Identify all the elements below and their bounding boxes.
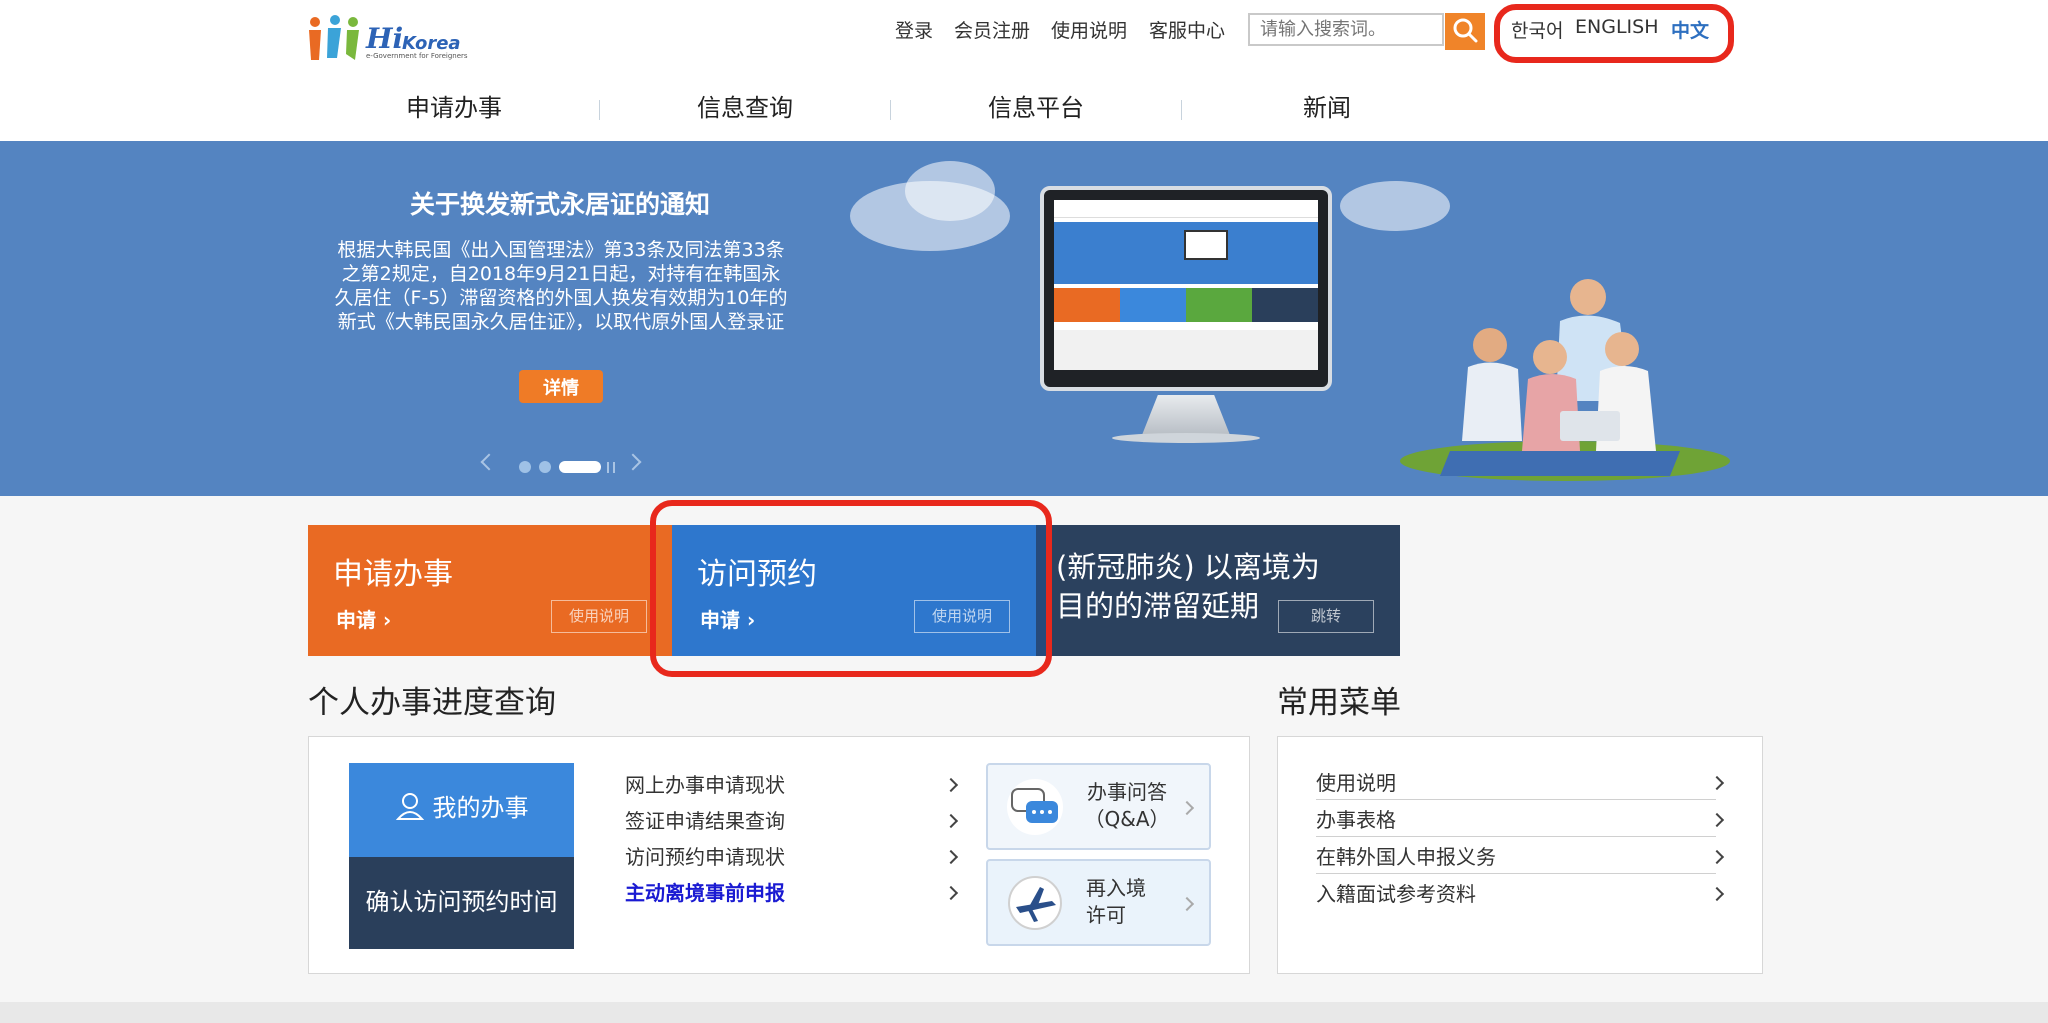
banner-pause-icon[interactable] [607,462,615,473]
nav-news[interactable]: 新闻 [1303,88,1351,123]
menu-divider [1316,836,1716,837]
menu-item-guide[interactable]: 使用说明 [1316,767,1396,796]
main-nav: 申请办事 信息查询 信息平台 新闻 [0,88,2048,128]
covid-extension-tile[interactable]: (新冠肺炎) 以离境为 目的的滞留延期 跳转 [1036,525,1400,656]
airplane-globe-icon [1008,876,1062,930]
register-link[interactable]: 会员注册 [954,16,1030,43]
covid-tile-go-button[interactable]: 跳转 [1278,600,1374,633]
chat-bubbles-icon [1007,779,1063,835]
qa-label: 办事问答 （Q&A） [1082,779,1172,833]
language-highlight-box [1494,4,1734,63]
banner-title: 关于换发新式永居证的通知 [409,190,710,219]
common-menu-panel: 使用说明 办事表格 在韩外国人申报义务 入籍面试参考资料 [1277,736,1763,974]
logo-tagline: e-Government for Foreigners [366,52,468,60]
chevron-right-icon [1709,812,1725,828]
chevron-right-icon [1179,896,1195,912]
hikorea-logo[interactable]: Hi Korea e-Government for Foreigners [306,14,468,64]
qa-label-line1: 办事问答 [1087,780,1167,804]
apply-tile-title: 申请办事 [333,557,453,592]
banner-dot-2[interactable] [539,461,551,473]
menu-divider [1316,799,1716,800]
search-icon [1453,18,1478,43]
my-task-button[interactable]: 我的办事 [349,763,574,857]
user-icon [395,793,424,820]
confirm-visit-time-button[interactable]: 确认访问预约时间 [349,857,574,949]
chevron-right-icon [1709,775,1725,791]
reentry-label: 再入境 许可 [1086,875,1176,929]
menu-item-forms[interactable]: 办事表格 [1316,804,1396,833]
monitor-screen [1054,200,1318,370]
monitor-illustration [1040,186,1332,391]
reentry-label-line1: 再入境 [1086,876,1146,900]
nav-apply[interactable]: 申请办事 [406,88,502,123]
visit-reservation-status-link[interactable]: 访问预约申请现状 [625,841,785,870]
voluntary-departure-report-link[interactable]: 主动离境事前申报 [625,877,785,906]
nav-platform[interactable]: 信息平台 [988,88,1084,123]
monitor-stand [1142,395,1230,435]
progress-panel: 我的办事 确认访问预约时间 网上办事申请现状 签证申请结果查询 访问预约申请现状… [308,736,1250,974]
qa-button[interactable]: 办事问答 （Q&A） [986,763,1211,850]
qa-label-line2: （Q&A） [1084,807,1170,831]
service-center-link[interactable]: 客服中心 [1149,16,1225,43]
reentry-permit-button[interactable]: 再入境 许可 [986,859,1211,946]
menu-item-report-obligation[interactable]: 在韩外国人申报义务 [1316,841,1496,870]
login-link[interactable]: 登录 [895,16,933,43]
banner-prev-arrow-icon[interactable] [480,453,498,471]
search-button[interactable] [1445,13,1485,50]
cloud-decoration [905,161,995,221]
apply-tile[interactable]: 申请办事 申请 › 使用说明 [308,525,672,656]
chevron-right-icon [1179,800,1195,816]
apply-tile-guide-button[interactable]: 使用说明 [551,600,647,633]
hero-banner: 关于换发新式永居证的通知 根据大韩民国《出入国管理法》第33条及同法第33条之第… [0,141,2048,496]
visa-result-link[interactable]: 签证申请结果查询 [625,805,785,834]
guide-link[interactable]: 使用说明 [1051,16,1127,43]
nav-divider [599,100,600,120]
menu-item-naturalization-interview[interactable]: 入籍面试参考资料 [1316,878,1476,907]
chevron-right-icon [1709,849,1725,865]
menu-divider [1316,873,1716,874]
nav-divider [1181,100,1182,120]
progress-section-title: 个人办事进度查询 [308,685,556,721]
chevron-right-icon [943,777,959,793]
logo-text-hi: Hi [366,22,404,55]
logo-text-korea: Korea [402,33,461,54]
nav-divider [890,100,891,120]
reentry-label-line2: 许可 [1086,903,1126,927]
common-menu-title: 常用菜单 [1277,685,1401,721]
students-illustration [1440,279,1680,476]
chevron-right-icon [943,813,959,829]
chevron-right-icon [1709,886,1725,902]
footer-strip [0,1002,2048,1023]
banner-dot-3-active[interactable] [559,461,601,473]
nav-inquiry[interactable]: 信息查询 [697,88,793,123]
search-input[interactable] [1248,13,1444,46]
monitor-base [1112,433,1260,443]
banner-text: 根据大韩民国《出入国管理法》第33条及同法第33条之第2规定，自2018年9月2… [334,239,788,333]
online-application-status-link[interactable]: 网上办事申请现状 [625,769,785,798]
logo-figures-icon [309,15,359,60]
banner-dot-1[interactable] [519,461,531,473]
chevron-right-icon [943,849,959,865]
banner-next-arrow-icon[interactable] [624,453,642,471]
chevron-right-icon [943,885,959,901]
covid-tile-title-line1: (新冠肺炎) 以离境为 [1056,550,1320,584]
banner-detail-button[interactable]: 详情 [519,370,603,403]
visit-highlight-box [650,500,1052,677]
apply-tile-link[interactable]: 申请 › [336,604,391,633]
apply-tile-link-label: 申请 [336,608,376,632]
cloud-decoration [1340,181,1450,231]
my-task-label: 我的办事 [432,794,529,822]
